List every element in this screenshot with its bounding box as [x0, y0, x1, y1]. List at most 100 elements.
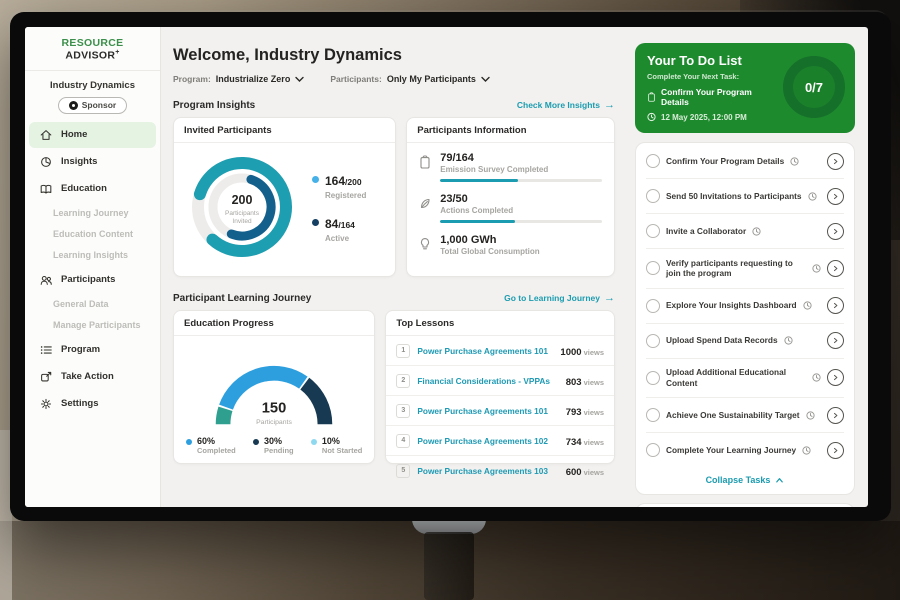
sidebar-item-program[interactable]: Program — [29, 337, 156, 363]
check-more-insights-link[interactable]: Check More Insights — [517, 99, 615, 111]
lesson-views: 734 — [566, 437, 582, 448]
legend-pending: 30% Pending — [253, 436, 294, 455]
task-open-button[interactable] — [827, 407, 844, 424]
gauge-segment-not-started — [223, 409, 225, 424]
legend-label: Registered — [325, 191, 366, 200]
sidebar-item-label: Program — [61, 344, 100, 355]
donut-center-label-2: Invited — [232, 218, 252, 225]
sidebar-item-education-content[interactable]: Education Content — [29, 224, 156, 245]
donut-center-value: 200 — [232, 193, 253, 207]
link-label: Check More Insights — [517, 100, 600, 110]
clipboard-icon — [647, 92, 656, 102]
card-title: Top Lessons — [386, 311, 614, 336]
chevron-right-icon — [832, 374, 839, 381]
chevron-right-icon — [832, 302, 839, 309]
task-checkbox[interactable] — [646, 224, 660, 238]
sidebar-item-learning-journey[interactable]: Learning Journey — [29, 203, 156, 224]
task-open-button[interactable] — [827, 442, 844, 459]
invited-legend: 164/200 Registered 84/164 Active — [312, 172, 366, 243]
sidebar-item-education[interactable]: Education — [29, 176, 156, 202]
task-row: Verify participants requesting to join t… — [646, 249, 844, 289]
chevron-down-icon — [481, 76, 490, 83]
collapse-label: Collapse Tasks — [706, 475, 771, 485]
lesson-link[interactable]: Power Purchase Agreements 101 — [417, 346, 553, 356]
clock-icon — [647, 112, 656, 122]
lesson-link[interactable]: Power Purchase Agreements 102 — [417, 436, 558, 446]
sidebar-item-label: Home — [61, 129, 87, 140]
clock-icon — [803, 301, 812, 310]
clock-icon — [812, 373, 821, 382]
views-label: views — [584, 378, 604, 387]
bulb-icon — [419, 234, 432, 256]
task-checkbox[interactable] — [646, 443, 660, 457]
sidebar: RESOURCE ADVISOR+ Industry Dynamics Spon… — [25, 27, 161, 507]
todo-next-task-label: Confirm Your Program Details — [661, 87, 765, 107]
task-checkbox[interactable] — [646, 334, 660, 348]
sidebar-item-settings[interactable]: Settings — [29, 391, 156, 417]
arrow-right-icon — [604, 292, 615, 304]
sponsor-label: Sponsor — [82, 100, 116, 110]
lesson-views: 600 — [566, 467, 582, 478]
task-open-button[interactable] — [827, 223, 844, 240]
task-open-button[interactable] — [827, 153, 844, 170]
gauge-legend: 60% Completed 30% Pending 10% — [174, 434, 374, 463]
task-open-button[interactable] — [827, 297, 844, 314]
task-open-button[interactable] — [827, 369, 844, 386]
lesson-link[interactable]: Power Purchase Agreements 101 — [417, 406, 558, 416]
legend-registered: 164/200 Registered — [312, 172, 366, 200]
participants-filter-dropdown[interactable]: Participants: Only My Participants — [330, 74, 490, 84]
task-checkbox[interactable] — [646, 154, 660, 168]
donut-arc-active — [231, 179, 271, 236]
lesson-row: 1 Power Purchase Agreements 101 1000view… — [386, 336, 614, 366]
task-checkbox[interactable] — [646, 261, 660, 275]
card-title: Participants Information — [407, 118, 614, 143]
main-content: Welcome, Industry Dynamics Program: Indu… — [161, 27, 627, 507]
sidebar-item-take-action[interactable]: Take Action — [29, 364, 156, 390]
go-to-learning-journey-link[interactable]: Go to Learning Journey — [504, 292, 615, 304]
views-label: views — [584, 408, 604, 417]
sidebar-item-insights[interactable]: Insights — [29, 149, 156, 175]
lesson-row: 2 Financial Considerations - VPPAs 803vi… — [386, 366, 614, 396]
task-checkbox[interactable] — [646, 408, 660, 422]
page-title: Welcome, Industry Dynamics — [173, 46, 615, 65]
legend-bullet — [186, 439, 192, 445]
list-icon — [39, 343, 53, 357]
lesson-link[interactable]: Power Purchase Agreements 103 — [417, 466, 558, 476]
legend-completed: 60% Completed — [186, 436, 236, 455]
program-filter-dropdown[interactable]: Program: Industrialize Zero — [173, 74, 304, 84]
task-open-button[interactable] — [827, 332, 844, 349]
sidebar-item-home[interactable]: Home — [29, 122, 156, 148]
chevron-down-icon — [295, 76, 304, 83]
home-icon — [39, 128, 53, 142]
todo-tasks-card: Confirm Your Program Details Send 50 Inv… — [635, 142, 855, 495]
task-label: Upload Spend Data Records — [666, 335, 778, 346]
todo-panel: Your To Do List Complete Your Next Task:… — [627, 27, 868, 507]
legend-value-sub: /164 — [338, 220, 355, 230]
task-checkbox[interactable] — [646, 189, 660, 203]
task-checkbox[interactable] — [646, 371, 660, 385]
task-open-button[interactable] — [827, 260, 844, 277]
logo-advisor: ADVISOR — [65, 50, 115, 62]
legend-bullet — [311, 439, 317, 445]
task-open-button[interactable] — [827, 188, 844, 205]
sidebar-item-learning-insights[interactable]: Learning Insights — [29, 245, 156, 266]
participants-info-body: 79/164 Emission Survey Completed 23/50 A… — [407, 143, 614, 276]
logo-plus: + — [115, 49, 119, 56]
gauge-center-value: 150 — [262, 400, 286, 416]
collapse-tasks-link[interactable]: Collapse Tasks — [646, 467, 844, 492]
clock-icon — [808, 192, 817, 201]
sidebar-item-participants[interactable]: Participants — [29, 267, 156, 293]
sidebar-item-general-data[interactable]: General Data — [29, 294, 156, 315]
sidebar-item-manage-participants[interactable]: Manage Participants — [29, 315, 156, 336]
sidebar-item-label: Insights — [61, 156, 97, 167]
lesson-views: 793 — [566, 407, 582, 418]
chevron-right-icon — [832, 158, 839, 165]
action-icon — [39, 370, 53, 384]
task-label: Explore Your Insights Dashboard — [666, 300, 797, 311]
lesson-link[interactable]: Financial Considerations - VPPAs — [417, 376, 558, 386]
learning-cards-row: Education Progress 150 Participants 60% — [173, 310, 615, 464]
progress-bar — [440, 179, 602, 182]
app-logo: RESOURCE ADVISOR+ — [25, 27, 160, 71]
lesson-row: 5 Power Purchase Agreements 103 600views — [386, 456, 614, 485]
task-checkbox[interactable] — [646, 299, 660, 313]
